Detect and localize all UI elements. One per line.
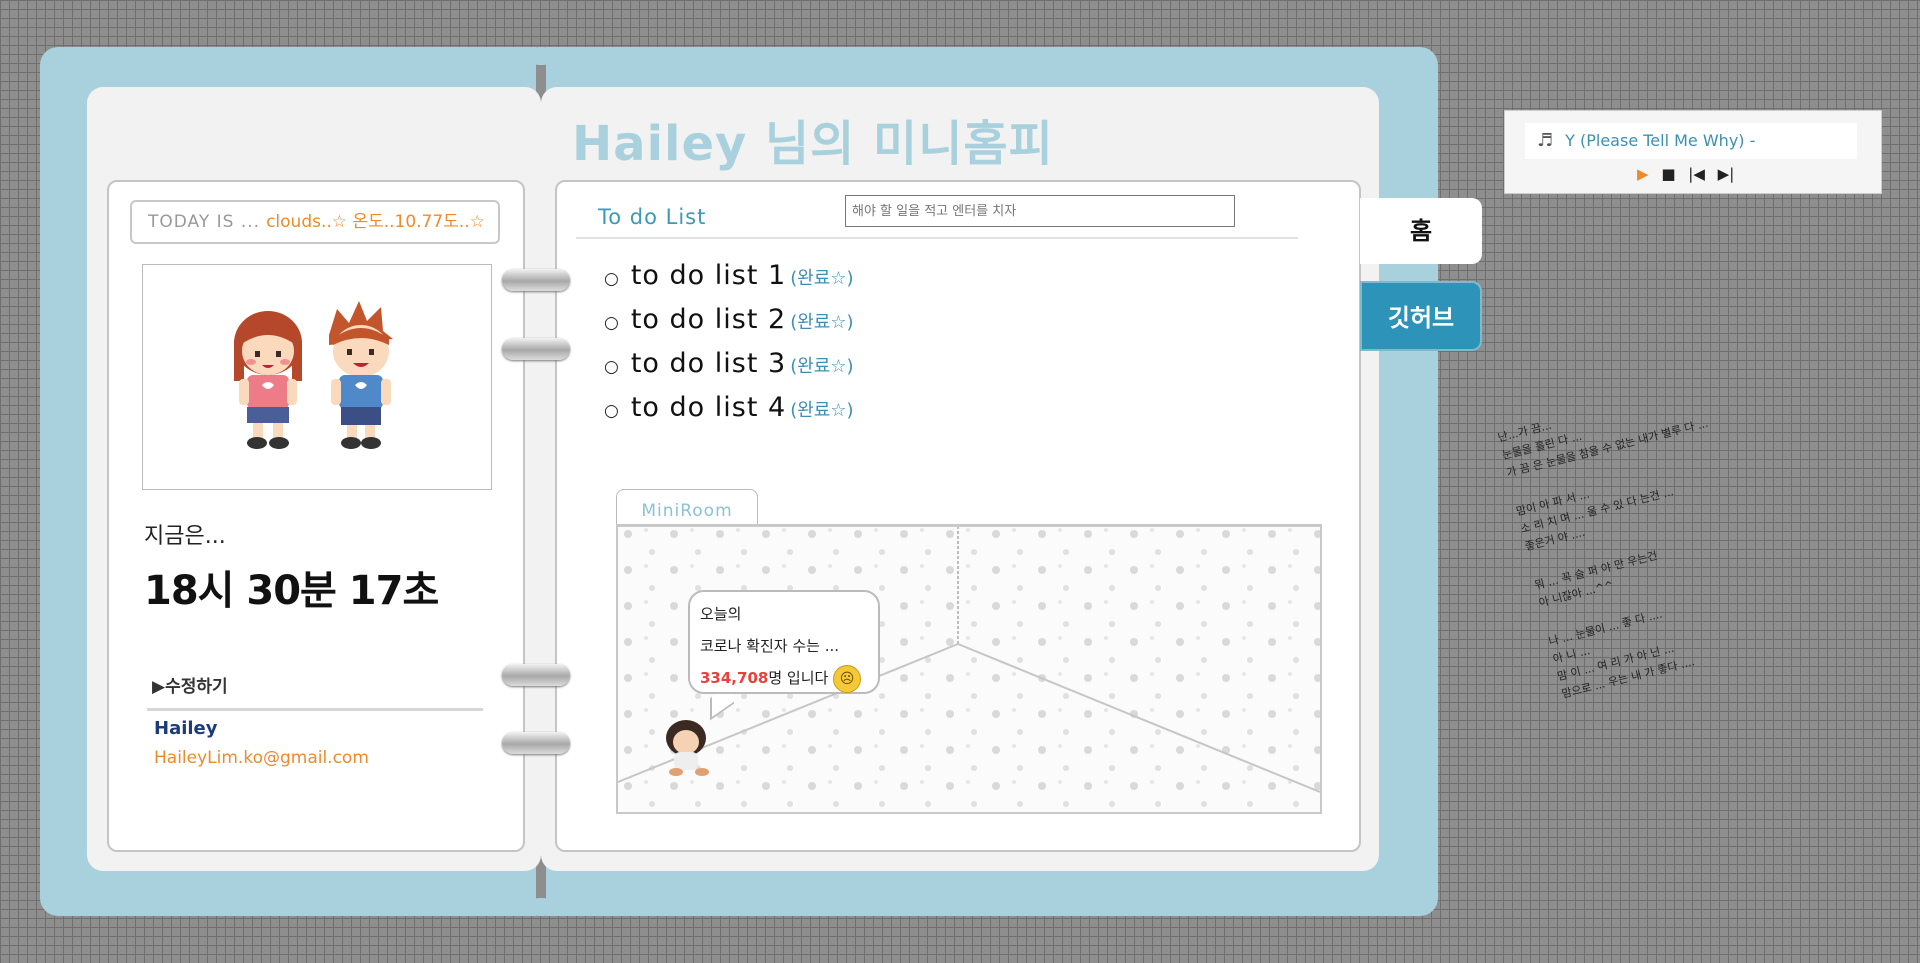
circle-bullet-icon: ○ — [604, 269, 619, 289]
song-title: Y (Please Tell Me Why) - — [1565, 131, 1756, 150]
music-note-icon: ♬ — [1537, 130, 1554, 151]
bubble-line1: 오늘의 — [700, 605, 742, 623]
boy-avatar — [329, 301, 393, 449]
todo-complete-button[interactable]: (완료☆) — [790, 312, 853, 333]
lyrics-text: 난...가 끔... 눈물을 흘린 다 ... 가 끔 은 눈물을 참을 수 없… — [1496, 348, 1899, 725]
couple-avatar-illustration — [234, 301, 393, 449]
circle-bullet-icon: ○ — [604, 357, 619, 377]
tab-github[interactable]: 깃허브 — [1360, 281, 1482, 351]
todo-complete-button[interactable]: (완료☆) — [790, 356, 853, 377]
todo-item-text: to do list 2 — [630, 304, 787, 335]
bubble-line2: 코로나 확진자 수는 ... — [700, 637, 840, 655]
binder-ring — [502, 269, 570, 291]
binder-ring — [502, 664, 570, 686]
current-time: 18시 30분 17초 — [144, 568, 439, 614]
todo-list: ○ to do list 1 (완료☆) ○ to do list 2 (완료☆) ○ t… — [604, 254, 854, 430]
edit-profile-label: 수정하기 — [165, 677, 228, 697]
play-icon[interactable]: ▶ — [1637, 165, 1649, 183]
next-icon[interactable]: ▶| — [1718, 165, 1735, 183]
girl-avatar — [234, 311, 302, 449]
covid-count: 334,708 — [700, 669, 769, 687]
user-name: Hailey — [154, 718, 218, 739]
todo-divider — [576, 237, 1298, 239]
circle-bullet-icon: ○ — [604, 313, 619, 333]
today-box: TODAY IS ... clouds..☆ 온도..10.77도..☆ — [130, 200, 500, 244]
todo-item: ○ to do list 2 (완료☆) — [604, 298, 854, 342]
circle-bullet-icon: ○ — [604, 401, 619, 421]
binding-notch — [530, 898, 552, 916]
user-email[interactable]: HaileyLim.ko@gmail.com — [154, 748, 369, 768]
todo-title: To do List — [598, 205, 707, 229]
previous-icon[interactable]: |◀ — [1688, 165, 1705, 183]
now-label: 지금은... — [144, 524, 226, 549]
miniroom-tab: MiniRoom — [616, 489, 758, 526]
music-player: ♬ Y (Please Tell Me Why) - ▶ ■ |◀ ▶| — [1504, 110, 1882, 194]
tab-home[interactable]: 홈 — [1360, 198, 1482, 264]
todo-item-text: to do list 3 — [630, 348, 787, 379]
todo-item: ○ to do list 1 (완료☆) — [604, 254, 854, 298]
todo-input[interactable] — [845, 195, 1235, 227]
player-controls: ▶ ■ |◀ ▶| — [1633, 165, 1738, 183]
bubble-line3: 334,708명 입니다 ☹ — [700, 662, 868, 694]
sad-face-icon: ☹ — [833, 664, 862, 693]
todo-complete-button[interactable]: (완료☆) — [790, 268, 853, 289]
play-triangle-icon: ▶ — [152, 677, 166, 697]
profile-image — [142, 264, 492, 490]
todo-item: ○ to do list 4 (완료☆) — [604, 386, 854, 430]
binder-ring — [502, 338, 570, 360]
todo-item: ○ to do list 3 (완료☆) — [604, 342, 854, 386]
bubble-suffix: 명 입니다 — [768, 669, 829, 687]
todo-item-text: to do list 1 — [630, 260, 787, 291]
binder-ring — [502, 732, 570, 754]
todo-item-text: to do list 4 — [630, 392, 787, 423]
page-title: Hailey 님의 미니홈피 — [572, 116, 1054, 172]
player-title-box: ♬ Y (Please Tell Me Why) - — [1525, 123, 1857, 159]
stop-icon[interactable]: ■ — [1661, 165, 1675, 183]
todo-complete-button[interactable]: (완료☆) — [790, 400, 853, 421]
today-weather: clouds..☆ 온도..10.77도..☆ — [266, 212, 485, 232]
edit-profile-button[interactable]: ▶수정하기 — [152, 672, 228, 697]
speech-bubble: 오늘의 코로나 확진자 수는 ... 334,708명 입니다 ☹ — [688, 590, 880, 694]
profile-divider — [147, 708, 483, 711]
binding-notch — [530, 47, 552, 65]
today-label: TODAY IS ... — [148, 212, 261, 232]
